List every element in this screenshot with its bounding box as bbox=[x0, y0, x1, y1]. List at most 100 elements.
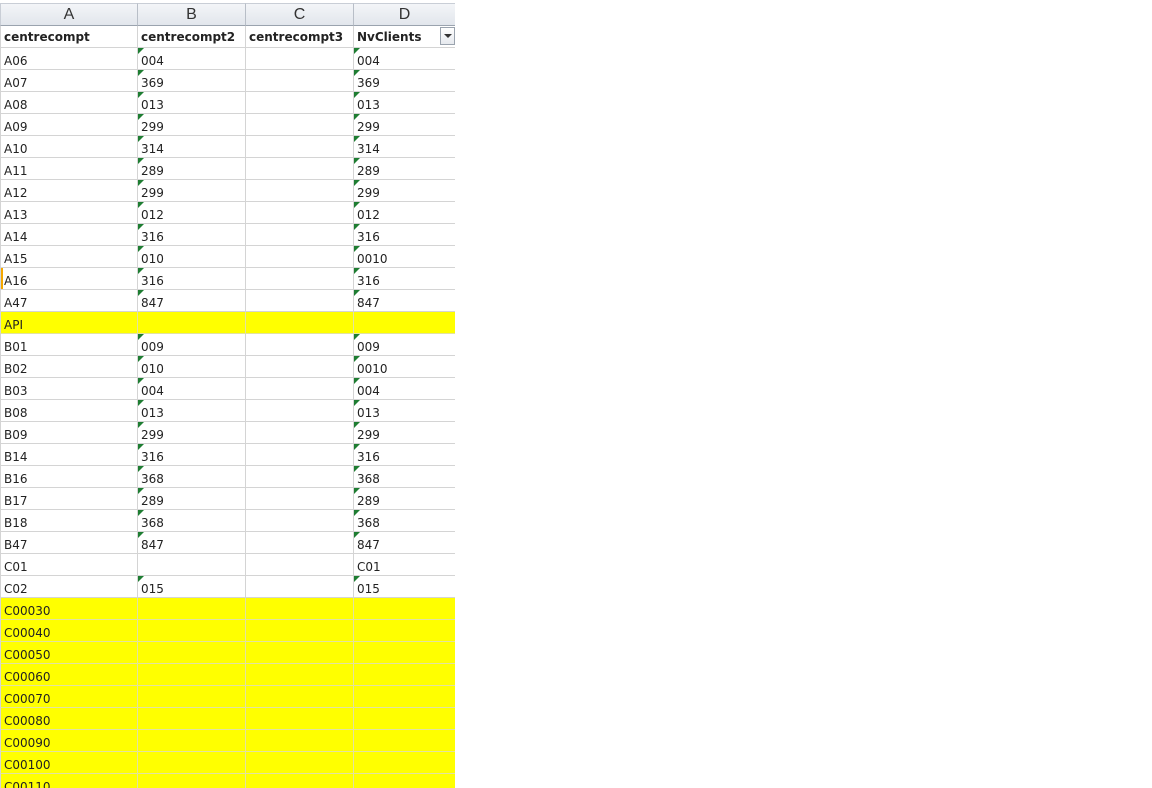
cell-b[interactable]: 010 bbox=[138, 246, 246, 268]
cell-a[interactable]: B01 bbox=[0, 334, 138, 356]
cell-a[interactable]: B16 bbox=[0, 466, 138, 488]
cell-b[interactable]: 299 bbox=[138, 422, 246, 444]
error-indicator-icon[interactable] bbox=[138, 180, 144, 186]
cell-c[interactable] bbox=[246, 686, 354, 708]
error-indicator-icon[interactable] bbox=[354, 158, 360, 164]
cell-c[interactable] bbox=[246, 730, 354, 752]
cell-c[interactable] bbox=[246, 224, 354, 246]
error-indicator-icon[interactable] bbox=[354, 400, 360, 406]
column-header-c[interactable]: C bbox=[246, 3, 354, 26]
header-cell-c[interactable]: centrecompt3 bbox=[246, 26, 354, 48]
cell-a[interactable]: A13 bbox=[0, 202, 138, 224]
cell-a[interactable]: C00040 bbox=[0, 620, 138, 642]
cell-c[interactable] bbox=[246, 532, 354, 554]
cell-d[interactable]: 299 bbox=[354, 180, 455, 202]
cell-a[interactable]: A11 bbox=[0, 158, 138, 180]
cell-d[interactable]: 368 bbox=[354, 510, 455, 532]
cell-b[interactable]: 010 bbox=[138, 356, 246, 378]
cell-d[interactable]: 316 bbox=[354, 268, 455, 290]
cell-c[interactable] bbox=[246, 752, 354, 774]
error-indicator-icon[interactable] bbox=[354, 488, 360, 494]
cell-a[interactable]: A08 bbox=[0, 92, 138, 114]
cell-a[interactable]: C00050 bbox=[0, 642, 138, 664]
cell-c[interactable] bbox=[246, 400, 354, 422]
cell-d[interactable] bbox=[354, 774, 455, 788]
cell-c[interactable] bbox=[246, 422, 354, 444]
cell-d[interactable] bbox=[354, 752, 455, 774]
error-indicator-icon[interactable] bbox=[354, 532, 360, 538]
cell-c[interactable] bbox=[246, 180, 354, 202]
cell-b[interactable]: 847 bbox=[138, 532, 246, 554]
error-indicator-icon[interactable] bbox=[138, 356, 144, 362]
cell-c[interactable] bbox=[246, 554, 354, 576]
cell-a[interactable]: B14 bbox=[0, 444, 138, 466]
error-indicator-icon[interactable] bbox=[138, 158, 144, 164]
cell-a[interactable]: A06 bbox=[0, 48, 138, 70]
cell-d[interactable] bbox=[354, 708, 455, 730]
cell-a[interactable]: A47 bbox=[0, 290, 138, 312]
cell-d[interactable]: 009 bbox=[354, 334, 455, 356]
cell-c[interactable] bbox=[246, 290, 354, 312]
cell-b[interactable] bbox=[138, 620, 246, 642]
cell-a[interactable]: A12 bbox=[0, 180, 138, 202]
cell-b[interactable]: 316 bbox=[138, 444, 246, 466]
cell-c[interactable] bbox=[246, 334, 354, 356]
cell-d[interactable]: 0010 bbox=[354, 356, 455, 378]
cell-c[interactable] bbox=[246, 158, 354, 180]
column-header-d[interactable]: D bbox=[354, 3, 455, 26]
cell-b[interactable] bbox=[138, 774, 246, 788]
error-indicator-icon[interactable] bbox=[138, 268, 144, 274]
error-indicator-icon[interactable] bbox=[354, 466, 360, 472]
error-indicator-icon[interactable] bbox=[354, 114, 360, 120]
cell-d[interactable]: 369 bbox=[354, 70, 455, 92]
error-indicator-icon[interactable] bbox=[138, 114, 144, 120]
column-header-b[interactable]: B bbox=[138, 3, 246, 26]
cell-b[interactable]: 369 bbox=[138, 70, 246, 92]
cell-d[interactable]: 289 bbox=[354, 158, 455, 180]
error-indicator-icon[interactable] bbox=[354, 202, 360, 208]
cell-a[interactable]: B18 bbox=[0, 510, 138, 532]
cell-b[interactable] bbox=[138, 598, 246, 620]
error-indicator-icon[interactable] bbox=[138, 576, 144, 582]
cell-d[interactable] bbox=[354, 620, 455, 642]
error-indicator-icon[interactable] bbox=[354, 268, 360, 274]
cell-a[interactable]: C00030 bbox=[0, 598, 138, 620]
cell-b[interactable]: 316 bbox=[138, 268, 246, 290]
cell-a[interactable]: C02 bbox=[0, 576, 138, 598]
cell-a[interactable]: B09 bbox=[0, 422, 138, 444]
error-indicator-icon[interactable] bbox=[354, 510, 360, 516]
cell-c[interactable] bbox=[246, 114, 354, 136]
cell-b[interactable]: 004 bbox=[138, 378, 246, 400]
cell-a[interactable]: A16 bbox=[0, 268, 138, 290]
cell-a[interactable]: C00080 bbox=[0, 708, 138, 730]
error-indicator-icon[interactable] bbox=[354, 180, 360, 186]
cell-a[interactable]: C01 bbox=[0, 554, 138, 576]
cell-b[interactable] bbox=[138, 312, 246, 334]
cell-c[interactable] bbox=[246, 92, 354, 114]
cell-d[interactable]: 299 bbox=[354, 114, 455, 136]
error-indicator-icon[interactable] bbox=[138, 334, 144, 340]
cell-c[interactable] bbox=[246, 246, 354, 268]
cell-c[interactable] bbox=[246, 202, 354, 224]
error-indicator-icon[interactable] bbox=[138, 48, 144, 54]
cell-b[interactable] bbox=[138, 752, 246, 774]
cell-a[interactable]: C00110 bbox=[0, 774, 138, 788]
cell-b[interactable]: 368 bbox=[138, 510, 246, 532]
cell-d[interactable]: C01 bbox=[354, 554, 455, 576]
error-indicator-icon[interactable] bbox=[354, 334, 360, 340]
error-indicator-icon[interactable] bbox=[354, 136, 360, 142]
cell-c[interactable] bbox=[246, 268, 354, 290]
cell-c[interactable] bbox=[246, 444, 354, 466]
cell-d[interactable]: 289 bbox=[354, 488, 455, 510]
cell-b[interactable]: 368 bbox=[138, 466, 246, 488]
cell-c[interactable] bbox=[246, 488, 354, 510]
cell-d[interactable] bbox=[354, 664, 455, 686]
cell-a[interactable]: C00090 bbox=[0, 730, 138, 752]
cell-c[interactable] bbox=[246, 620, 354, 642]
cell-c[interactable] bbox=[246, 510, 354, 532]
filter-dropdown-icon[interactable] bbox=[440, 27, 455, 45]
error-indicator-icon[interactable] bbox=[354, 70, 360, 76]
cell-c[interactable] bbox=[246, 708, 354, 730]
error-indicator-icon[interactable] bbox=[354, 356, 360, 362]
cell-d[interactable]: 013 bbox=[354, 92, 455, 114]
